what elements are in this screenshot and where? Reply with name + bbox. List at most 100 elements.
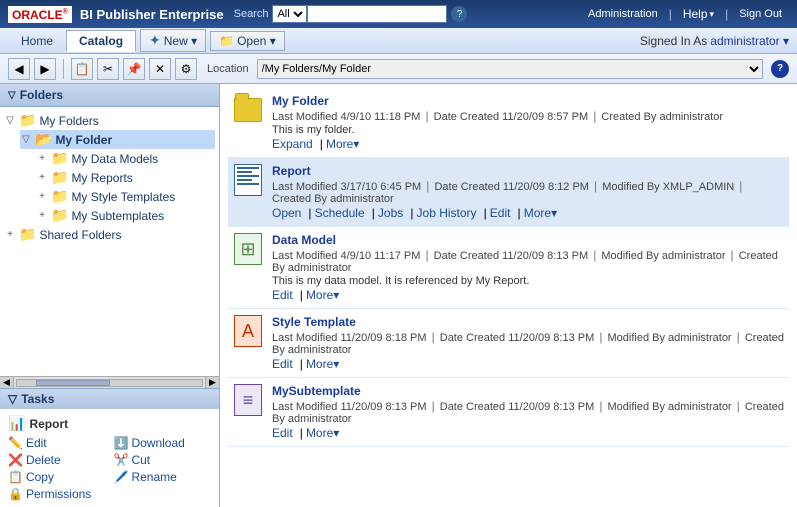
search-icon[interactable]: ? — [451, 6, 467, 22]
subtemplates-toggle[interactable]: + — [36, 210, 48, 221]
search-select[interactable]: All — [272, 5, 307, 23]
reports-toggle[interactable]: + — [36, 172, 48, 183]
subtemplate-name[interactable]: MySubtemplate — [272, 384, 785, 398]
content-item-styletemplate: A Style Template Last Modified 11/20/09 … — [228, 309, 789, 378]
user-label[interactable]: administrator ▾ — [710, 34, 789, 48]
nav-bar: Home Catalog ✦ New ▾ 📁 Open ▾ Signed In … — [0, 28, 797, 54]
help-icon[interactable]: ? — [771, 60, 789, 78]
tree-item-subtemplates[interactable]: + 📁 My Subtemplates — [36, 206, 215, 225]
folder-expand-link[interactable]: Expand — [272, 137, 313, 151]
datamodel-actions: Edit | More▾ — [272, 288, 785, 302]
tab-home[interactable]: Home — [8, 30, 66, 52]
datamodel-icon-box: ⊞ — [234, 233, 262, 265]
tasks-collapse-icon: ▽ — [8, 392, 17, 406]
folders-label: Folders — [20, 88, 63, 102]
permissions-icon: 🔒 — [8, 487, 23, 501]
report-line-2 — [237, 171, 252, 173]
cut-toolbar-button[interactable]: ✂ — [97, 58, 119, 80]
scroll-right-button[interactable]: ▶ — [205, 377, 219, 389]
task-edit[interactable]: ✏️ Edit — [8, 436, 106, 450]
styletemplate-name[interactable]: Style Template — [272, 315, 785, 329]
tasks-content: 📊 Report ✏️ Edit ⬇️ Download ❌ Delete — [0, 409, 219, 507]
task-delete[interactable]: ❌ Delete — [8, 453, 106, 467]
back-button[interactable]: ◀ — [8, 58, 30, 80]
task-rename[interactable]: 🖊️ Rename — [114, 470, 212, 484]
task-download[interactable]: ⬇️ Download — [114, 436, 212, 450]
tree-item-shared-folders[interactable]: + 📁 Shared Folders — [4, 225, 215, 244]
tasks-panel: ▽ Tasks 📊 Report ✏️ Edit ⬇️ Download — [0, 388, 219, 507]
subtemplates-label: My Subtemplates — [71, 209, 164, 223]
location-select[interactable]: /My Folders/My Folder — [257, 59, 763, 79]
tab-catalog[interactable]: Catalog — [66, 30, 136, 52]
signed-in-label: Signed In As — [640, 34, 707, 48]
my-folders-toggle[interactable]: ▽ — [4, 115, 16, 126]
folder-more-link[interactable]: More▾ — [326, 137, 359, 151]
sidebar-scrollbar[interactable]: ◀ ▶ — [0, 376, 219, 388]
search-input[interactable] — [307, 5, 447, 23]
scroll-thumb — [36, 380, 110, 386]
tree-area: ▽ 📁 My Folders ▽ 📂 My Folder + 📁 My Data… — [0, 107, 219, 376]
task-cut[interactable]: ✂️ Cut — [114, 453, 212, 467]
task-permissions[interactable]: 🔒 Permissions — [8, 487, 106, 501]
report-name[interactable]: Report — [272, 164, 785, 178]
folder-img — [234, 98, 262, 122]
report-edit-link[interactable]: Edit — [490, 206, 511, 220]
my-folder-toggle[interactable]: ▽ — [20, 134, 32, 145]
folder-actions: Expand | More▾ — [272, 137, 785, 151]
admin-link[interactable]: Administration — [581, 6, 665, 22]
datamodel-name[interactable]: Data Model — [272, 233, 785, 247]
report-line-1 — [237, 167, 259, 169]
subtemplate-actions: Edit | More▾ — [272, 426, 785, 440]
properties-toolbar-button[interactable]: ⚙ — [175, 58, 197, 80]
folder-name[interactable]: My Folder — [272, 94, 785, 108]
datamodel-edit-link[interactable]: Edit — [272, 288, 293, 302]
tree-item-my-folder[interactable]: ▽ 📂 My Folder — [20, 130, 215, 149]
open-button[interactable]: 📁 Open ▾ — [210, 31, 285, 51]
shared-folders-toggle[interactable]: + — [4, 229, 16, 240]
tree-item-my-folders[interactable]: ▽ 📁 My Folders — [4, 111, 215, 130]
search-label: Search — [234, 8, 269, 20]
forward-button[interactable]: ▶ — [34, 58, 56, 80]
styletemplate-more-link[interactable]: More▾ — [306, 357, 339, 371]
tasks-header[interactable]: ▽ Tasks — [0, 389, 219, 409]
datamodel-more-link[interactable]: More▾ — [306, 288, 339, 302]
tasks-label: Tasks — [21, 392, 54, 406]
data-models-toggle[interactable]: + — [36, 153, 48, 164]
folder-item-icon — [232, 94, 264, 126]
report-icon-box — [234, 164, 262, 196]
tree-item-style-templates[interactable]: + 📁 My Style Templates — [36, 187, 215, 206]
task-copy[interactable]: 📋 Copy — [8, 470, 106, 484]
signout-button[interactable]: Sign Out — [732, 6, 789, 22]
tasks-section-title: 📊 Report — [8, 415, 211, 432]
report-open-link[interactable]: Open — [272, 206, 301, 220]
data-models-icon: 📁 — [51, 150, 68, 167]
tree-item-data-models[interactable]: + 📁 My Data Models — [36, 149, 215, 168]
report-schedule-link[interactable]: Schedule — [315, 206, 365, 220]
report-more-link[interactable]: More▾ — [524, 206, 557, 220]
subtemplates-icon: 📁 — [51, 207, 68, 224]
location-label: Location — [207, 63, 249, 75]
styletemplate-edit-link[interactable]: Edit — [272, 357, 293, 371]
report-jobhistory-link[interactable]: Job History — [417, 206, 477, 220]
my-folders-children: ▽ 📂 My Folder + 📁 My Data Models + 📁 My … — [4, 130, 215, 225]
subtemplate-more-link[interactable]: More▾ — [306, 426, 339, 440]
scroll-track[interactable] — [16, 379, 203, 387]
content-area: My Folder Last Modified 4/9/10 11:18 PM … — [220, 84, 797, 507]
oracle-logo: ORACLE® — [8, 6, 72, 23]
scroll-left-button[interactable]: ◀ — [0, 377, 14, 389]
tree-item-reports[interactable]: + 📁 My Reports — [36, 168, 215, 187]
report-line-4 — [237, 179, 252, 181]
main-layout: ▽ Folders ▽ 📁 My Folders ▽ 📂 My Folder + — [0, 84, 797, 507]
report-jobs-link[interactable]: Jobs — [378, 206, 403, 220]
styletemplate-actions: Edit | More▾ — [272, 357, 785, 371]
delete-toolbar-button[interactable]: ✕ — [149, 58, 171, 80]
copy-toolbar-button[interactable]: 📋 — [71, 58, 93, 80]
paste-toolbar-button[interactable]: 📌 — [123, 58, 145, 80]
subtemplate-edit-link[interactable]: Edit — [272, 426, 293, 440]
new-button[interactable]: ✦ New ▾ — [140, 29, 206, 52]
my-folders-icon: 📁 — [19, 112, 36, 129]
report-details: Report Last Modified 3/17/10 6:45 PM | D… — [272, 164, 785, 220]
style-templates-toggle[interactable]: + — [36, 191, 48, 202]
collapse-folders-icon[interactable]: ▽ — [8, 90, 16, 101]
help-button[interactable]: Help ▾ — [676, 5, 721, 23]
